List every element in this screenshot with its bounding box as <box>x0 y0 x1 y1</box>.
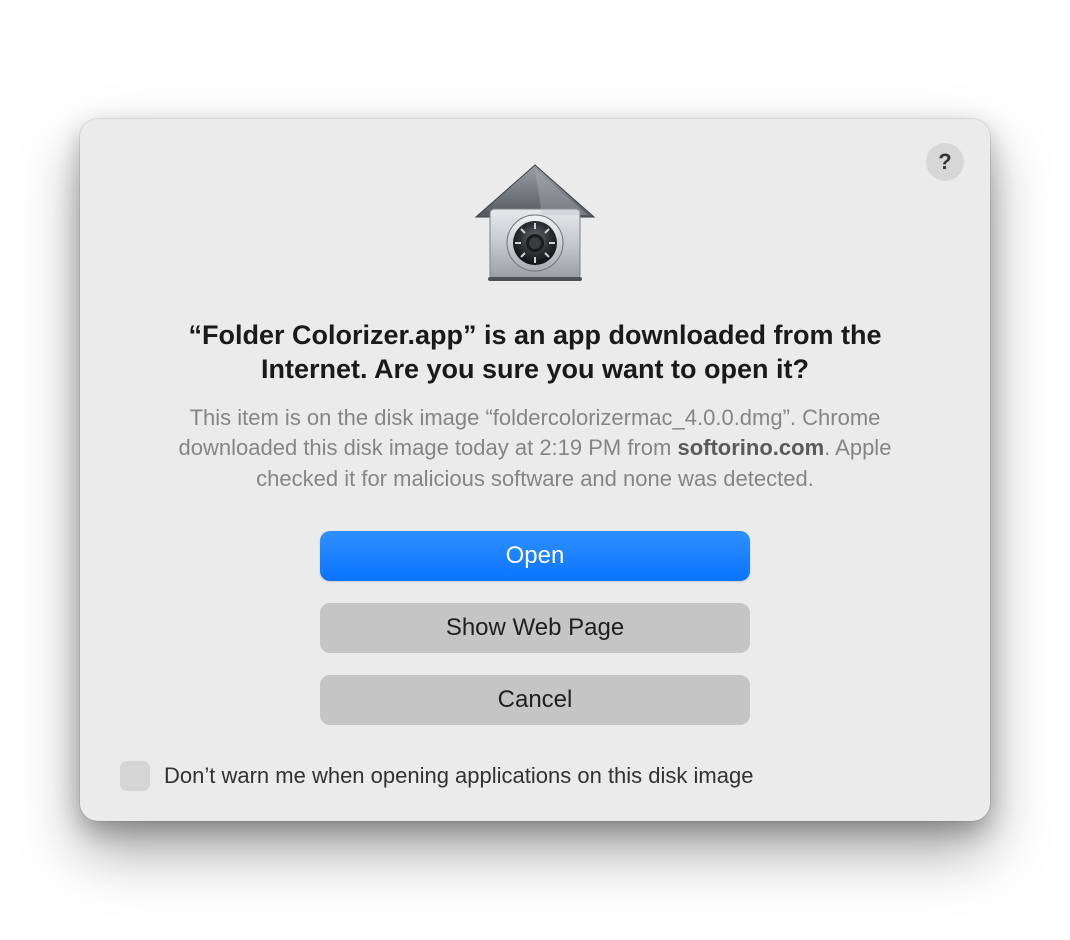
help-button[interactable]: ? <box>926 143 964 181</box>
show-web-page-label: Show Web Page <box>446 614 624 642</box>
dont-warn-checkbox[interactable] <box>120 761 150 791</box>
subtitle-domain: softorino.com <box>677 435 824 460</box>
button-stack: Open Show Web Page Cancel <box>114 531 956 725</box>
security-icon <box>114 159 956 289</box>
help-icon: ? <box>938 149 951 175</box>
gatekeeper-dialog: ? <box>80 119 990 821</box>
cancel-button-label: Cancel <box>498 686 573 714</box>
open-button-label: Open <box>506 542 565 570</box>
show-web-page-button[interactable]: Show Web Page <box>320 603 750 653</box>
dont-warn-row: Don’t warn me when opening applications … <box>114 761 956 791</box>
open-button[interactable]: Open <box>320 531 750 581</box>
dont-warn-label: Don’t warn me when opening applications … <box>164 763 753 789</box>
dialog-subtitle: This item is on the disk image “folderco… <box>114 403 956 495</box>
cancel-button[interactable]: Cancel <box>320 675 750 725</box>
dialog-title: “Folder Colorizer.app” is an app downloa… <box>114 319 956 387</box>
